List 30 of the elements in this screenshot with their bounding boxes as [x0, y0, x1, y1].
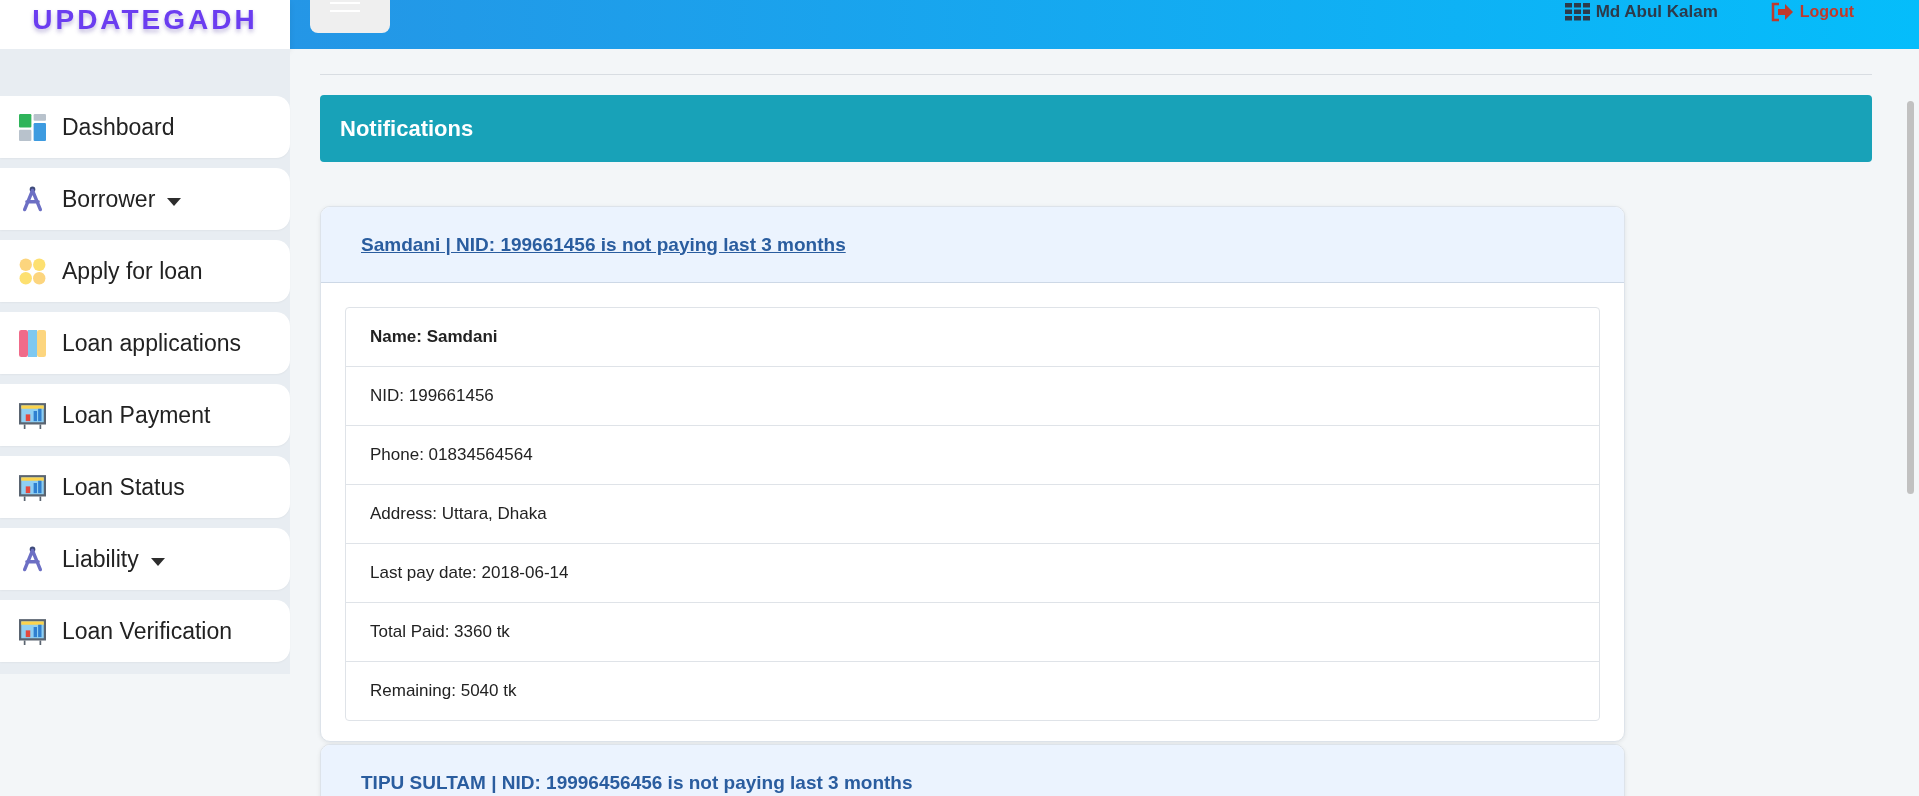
sidebar-item[interactable]: Loan applications	[0, 312, 290, 374]
logout-icon	[1769, 2, 1794, 22]
sidebar-item[interactable]: Dashboard	[0, 96, 290, 158]
sidebar-item[interactable]: Borrower	[0, 168, 290, 230]
columns-icon	[19, 329, 46, 357]
logo-text[interactable]: UPDATEGADH	[32, 4, 258, 36]
detail-row: Phone: 01834564564	[346, 425, 1599, 484]
sidebar-item[interactable]: Loan Verification	[0, 600, 290, 662]
menu-button[interactable]	[310, 0, 390, 33]
notification-title[interactable]: Samdani | NID: 199661456 is not paying last 3 months	[361, 233, 846, 256]
notification-title[interactable]: TIPU SULTAM | NID: 19996456456 is not paying last 3 months	[361, 771, 913, 794]
chart-board-icon	[19, 473, 46, 501]
chart-board-icon	[19, 401, 46, 429]
grid-icon	[1564, 3, 1591, 21]
page-title: Notifications	[340, 115, 474, 142]
detail-row: Remaining: 5040 tk	[346, 661, 1599, 720]
sidebar-item[interactable]: Loan Payment	[0, 384, 290, 446]
sidebar-item[interactable]: Apply for loan	[0, 240, 290, 302]
detail-row-text: Name: Samdani	[369, 326, 499, 348]
user-menu[interactable]: Md Abul Kalam	[1564, 2, 1718, 22]
sidebar-item[interactable]: Liability	[0, 528, 290, 590]
detail-row: Total Paid: 3360 tk	[346, 602, 1599, 661]
detail-row: NID: 199661456	[346, 366, 1599, 425]
chart-board-icon	[19, 617, 46, 645]
sidebar-item[interactable]: Loan Status	[0, 456, 290, 518]
detail-row: Address: Uttara, Dhaka	[346, 484, 1599, 543]
scrollbar-thumb[interactable]	[1907, 101, 1914, 494]
four-circles-icon	[19, 257, 46, 285]
detail-row: Last pay date: 2018-06-14	[346, 543, 1599, 602]
dashboard-icon	[19, 113, 46, 141]
